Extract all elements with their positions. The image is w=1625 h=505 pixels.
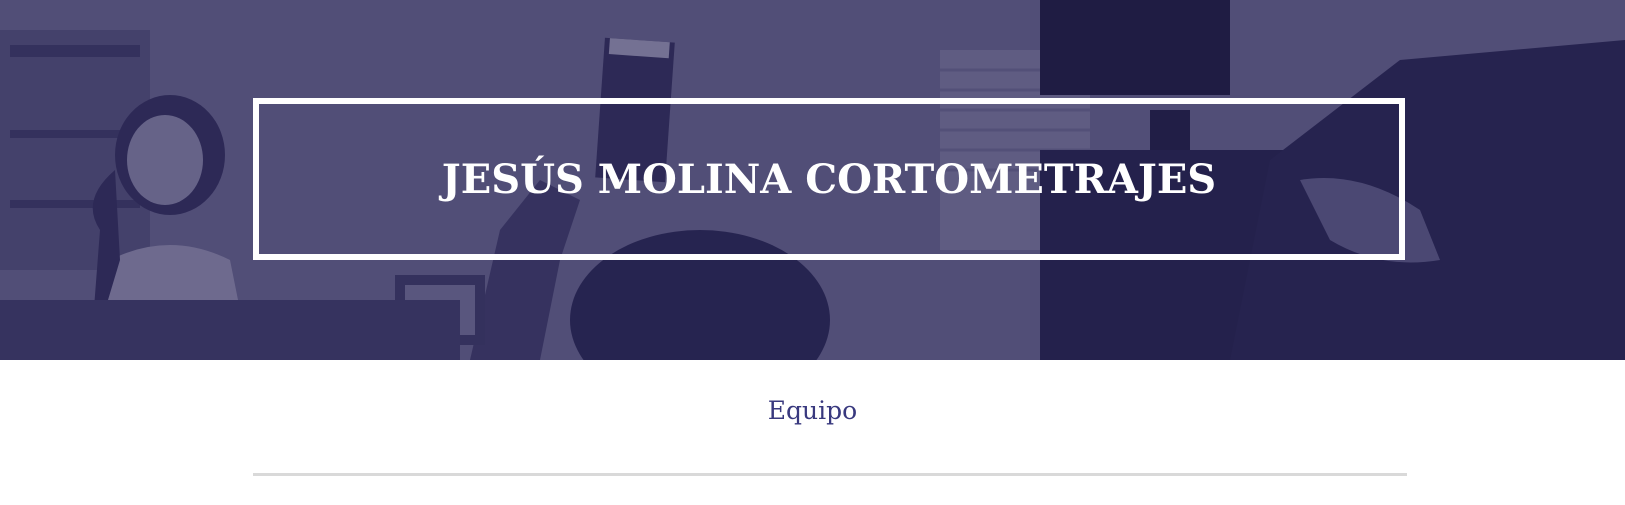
nav-link-equipo[interactable]: Equipo <box>0 396 1625 425</box>
content-section: Equipo <box>0 360 1625 505</box>
hero-banner: JESÚS MOLINA CORTOMETRAJES <box>0 0 1625 360</box>
site-title[interactable]: JESÚS MOLINA CORTOMETRAJES <box>442 156 1216 203</box>
section-divider <box>253 473 1407 476</box>
page: JESÚS MOLINA CORTOMETRAJES Equipo <box>0 0 1625 505</box>
title-frame: JESÚS MOLINA CORTOMETRAJES <box>253 98 1405 260</box>
